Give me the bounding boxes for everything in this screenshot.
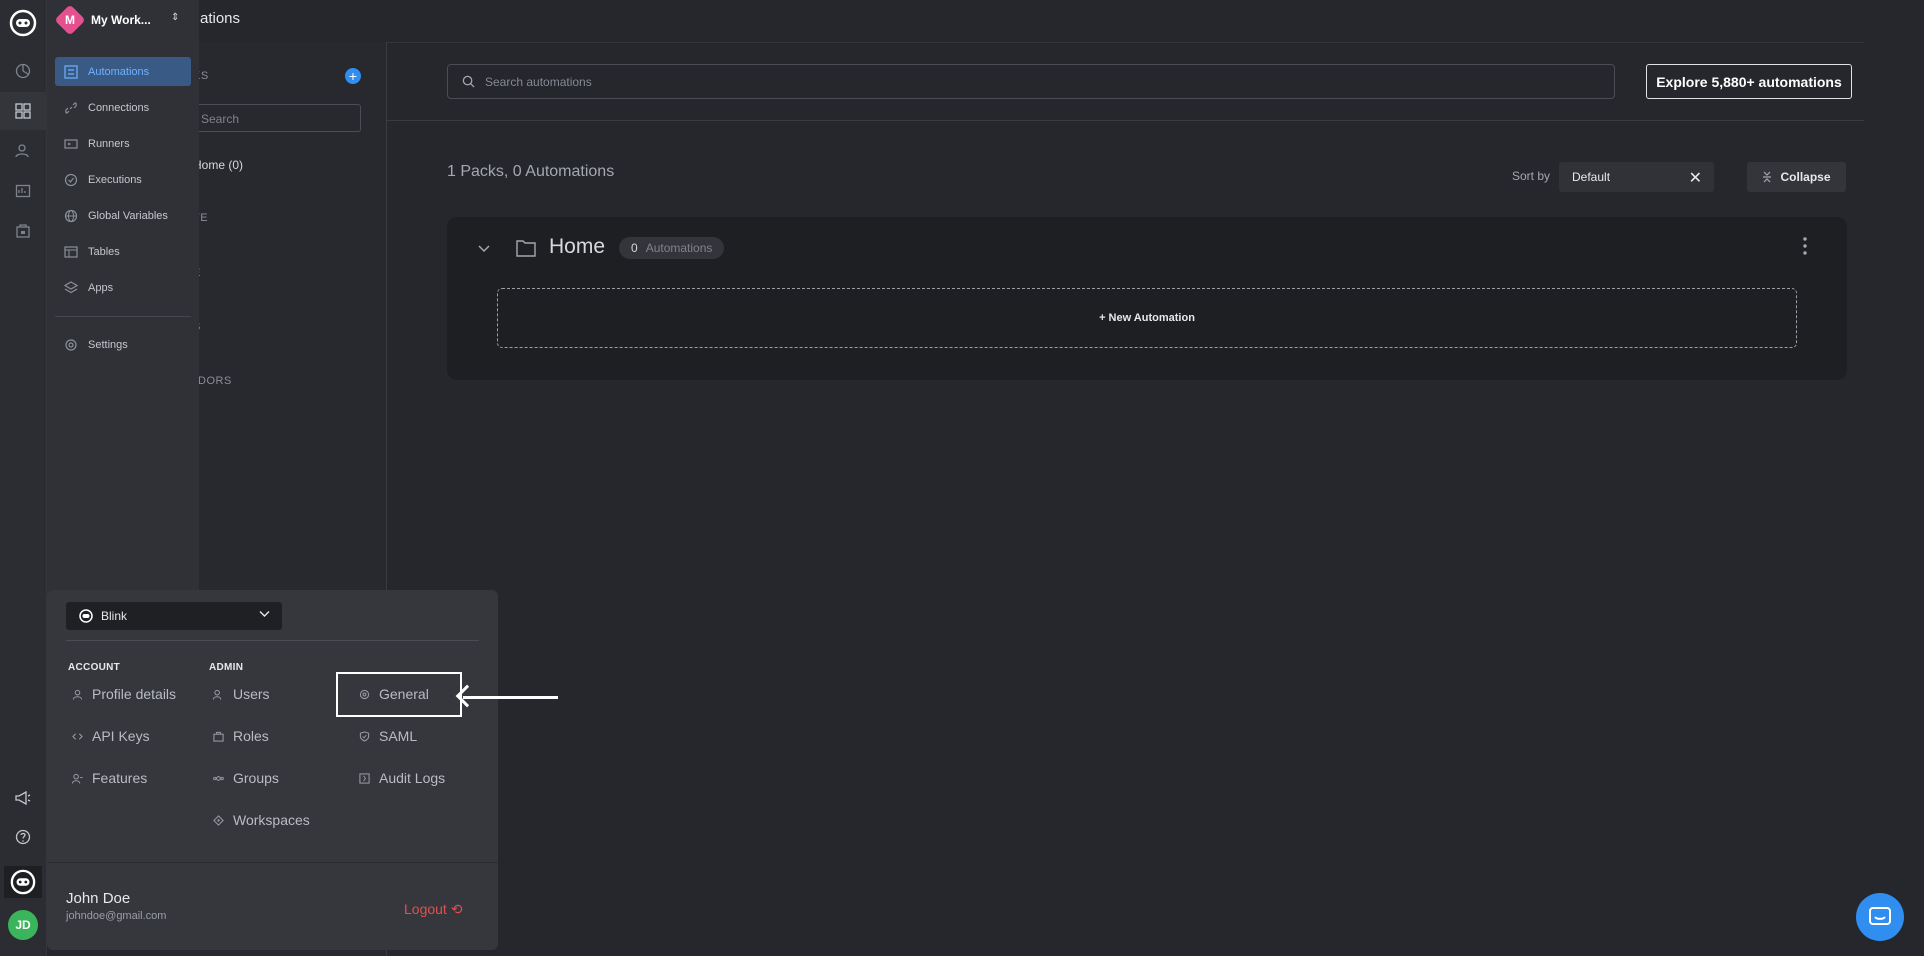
admin-section-title: ADMIN bbox=[209, 662, 244, 673]
globe-icon bbox=[64, 209, 78, 222]
collapse-button[interactable]: Collapse bbox=[1747, 162, 1846, 192]
announcements-icon[interactable] bbox=[12, 787, 34, 809]
nav-item-executions[interactable]: Executions bbox=[55, 165, 191, 194]
code-icon bbox=[72, 732, 83, 740]
blink-logo-icon[interactable] bbox=[8, 8, 38, 38]
user-email: johndoe@gmail.com bbox=[66, 910, 167, 922]
search-automations-input[interactable]: Search automations bbox=[447, 64, 1615, 99]
workspace-switcher[interactable]: M My Work... bbox=[54, 4, 189, 36]
layers-icon bbox=[64, 280, 78, 293]
table-icon bbox=[64, 245, 78, 258]
nav-item-tables[interactable]: Tables bbox=[55, 237, 191, 266]
clear-sort-icon[interactable]: ✕ bbox=[1689, 168, 1702, 188]
dashboard-icon[interactable] bbox=[12, 60, 34, 82]
chat-support-button[interactable] bbox=[1856, 893, 1904, 941]
users-link[interactable]: Users bbox=[213, 683, 270, 705]
org-select[interactable]: Blink bbox=[66, 602, 282, 630]
workspaces-link[interactable]: Workspaces bbox=[213, 809, 310, 831]
briefcase-icon bbox=[213, 731, 224, 742]
blink-logo-icon bbox=[79, 609, 93, 623]
chevron-down-icon[interactable] bbox=[477, 241, 491, 257]
nav-divider bbox=[55, 316, 191, 317]
pack-home-item[interactable]: Home (0) bbox=[193, 158, 243, 172]
runner-icon bbox=[64, 138, 78, 149]
nav-item-apps[interactable]: Apps bbox=[55, 273, 191, 302]
new-automation-button[interactable]: + New Automation bbox=[497, 288, 1797, 348]
automations-icon bbox=[64, 64, 78, 79]
navigation-flyout: M My Work... ⇕ Automations Connections R… bbox=[47, 0, 199, 605]
packs-count: 1 Packs, 0 Automations bbox=[447, 163, 615, 180]
nav-item-connections[interactable]: Connections bbox=[55, 93, 191, 122]
packs-search-input[interactable]: Search bbox=[193, 104, 361, 132]
workspace-name: My Work... bbox=[91, 13, 151, 27]
collapse-icon bbox=[1763, 171, 1772, 183]
pack-name: Home bbox=[549, 235, 606, 258]
users-icon[interactable] bbox=[12, 140, 34, 162]
chat-icon bbox=[1869, 907, 1891, 925]
org-name: Blink bbox=[101, 609, 128, 623]
user-avatar[interactable]: JD bbox=[8, 910, 38, 940]
main-divider bbox=[387, 120, 1864, 121]
roles-link[interactable]: Roles bbox=[213, 725, 269, 747]
link-icon bbox=[65, 101, 77, 114]
more-options-icon[interactable] bbox=[1803, 237, 1807, 255]
badge-label: Automations bbox=[645, 241, 713, 255]
folder-icon bbox=[515, 238, 537, 258]
logout-icon: ⟲ bbox=[450, 901, 463, 917]
nav-item-runners[interactable]: Runners bbox=[55, 129, 191, 158]
users-icon bbox=[213, 689, 222, 700]
explore-automations-button[interactable]: Explore 5,880+ automations bbox=[1646, 64, 1852, 99]
help-icon[interactable] bbox=[12, 826, 34, 848]
sort-by-label: Sort by bbox=[1512, 169, 1551, 183]
sort-select[interactable]: Default ✕ bbox=[1559, 162, 1714, 192]
pack-card-home: Home 0 Automations + New Automation bbox=[447, 217, 1847, 380]
general-highlight-box bbox=[336, 672, 462, 717]
workspace-avatar: M bbox=[54, 4, 86, 36]
shield-icon bbox=[359, 730, 370, 742]
collapse-label: Collapse bbox=[1780, 170, 1831, 184]
store-icon[interactable] bbox=[12, 220, 34, 242]
sort-value: Default bbox=[1572, 170, 1611, 184]
api-keys-link[interactable]: API Keys bbox=[72, 725, 150, 747]
account-popup: Blink ACCOUNT ADMIN Profile details API … bbox=[47, 590, 558, 950]
groups-link[interactable]: Groups bbox=[213, 767, 279, 789]
packs-section-label: DORS bbox=[198, 375, 232, 387]
gear-icon bbox=[65, 338, 77, 351]
executions-icon bbox=[64, 173, 78, 186]
page-title: ations bbox=[200, 10, 241, 27]
search-icon bbox=[462, 75, 475, 88]
chevron-down-icon bbox=[259, 607, 270, 621]
user-name: John Doe bbox=[66, 890, 131, 907]
diamond-icon bbox=[213, 814, 224, 826]
account-section-title: ACCOUNT bbox=[68, 662, 121, 673]
header-divider bbox=[160, 42, 1864, 43]
automations-grid-icon[interactable] bbox=[12, 100, 34, 122]
workspace-toggle-icon[interactable]: ⇕ bbox=[171, 12, 179, 23]
groups-icon bbox=[213, 775, 224, 781]
add-pack-button[interactable]: + bbox=[345, 68, 361, 84]
popup-footer-divider bbox=[47, 862, 498, 863]
badge-count: 0 bbox=[631, 241, 638, 255]
reports-icon[interactable] bbox=[12, 180, 34, 202]
nav-item-settings[interactable]: Settings bbox=[55, 330, 191, 359]
automations-count-badge: 0 Automations bbox=[619, 237, 725, 259]
profile-details-link[interactable]: Profile details bbox=[72, 683, 176, 705]
features-link[interactable]: Features bbox=[72, 767, 147, 789]
user-icon bbox=[72, 689, 83, 700]
org-logo-icon[interactable] bbox=[4, 866, 42, 898]
audit-logs-icon bbox=[359, 772, 370, 784]
nav-item-global-variables[interactable]: Global Variables bbox=[55, 201, 191, 230]
saml-link[interactable]: SAML bbox=[359, 725, 417, 747]
audit-logs-link[interactable]: Audit Logs bbox=[359, 767, 445, 789]
search-placeholder: Search automations bbox=[485, 74, 592, 89]
nav-item-automations[interactable]: Automations bbox=[55, 57, 191, 86]
features-icon bbox=[72, 773, 83, 784]
popup-divider bbox=[66, 640, 479, 641]
left-rail: JD bbox=[0, 0, 47, 956]
logout-button[interactable]: Logout ⟲ bbox=[404, 901, 462, 918]
